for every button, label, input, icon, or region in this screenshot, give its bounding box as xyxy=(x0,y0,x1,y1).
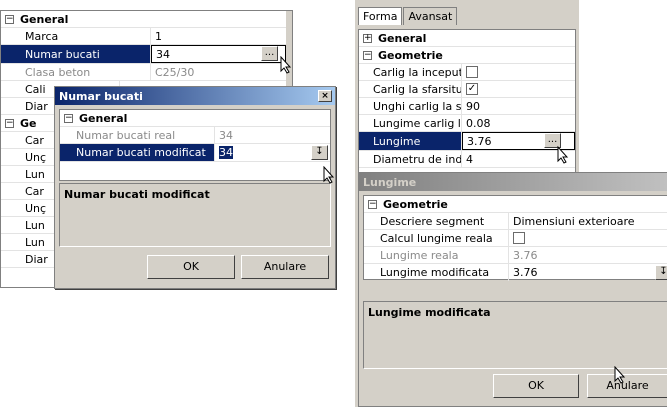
ellipsis-button[interactable]: ... xyxy=(261,46,278,61)
prop-name: Lungime carlig la s xyxy=(359,115,462,131)
numar-bucati-dialog[interactable]: Numar bucati × − General Numar bucati rea… xyxy=(54,86,336,289)
prop-value[interactable]: 1 xyxy=(151,28,286,44)
category-label: Geometrie xyxy=(383,197,448,211)
collapse-icon[interactable]: − xyxy=(5,118,14,128)
prop-name: Lungime xyxy=(359,132,462,150)
collapse-icon[interactable]: − xyxy=(5,14,14,24)
prop-row-lungime-modificata[interactable]: Lungime modificata 3.76 ↧ xyxy=(364,264,667,281)
prop-row-numar-bucati-real[interactable]: Numar bucati real 34 xyxy=(60,127,330,144)
dialog-property-grid[interactable]: − Geometrie Descriere segment Dimensiuni … xyxy=(363,195,667,281)
category-general[interactable]: − General xyxy=(60,110,330,127)
prop-row-lungime[interactable]: Lungime 3.76 ... xyxy=(359,132,575,151)
cancel-button[interactable]: Anulare xyxy=(241,255,329,279)
dialog-title: Lungime xyxy=(363,175,417,189)
description-panel: Lungime modificata xyxy=(363,301,667,369)
prop-name: Calcul lungime reala xyxy=(364,230,509,246)
category-label: Geometrie xyxy=(378,48,443,62)
description-panel: Numar bucati modificat xyxy=(59,183,331,247)
prop-row-numar-bucati[interactable]: Numar bucati 34 ... xyxy=(1,45,286,64)
prop-row-carlig-inceput[interactable]: Carlig la inceputul xyxy=(359,64,575,81)
prop-row-carlig-sfarsit[interactable]: Carlig la sfarsitul b ✓ xyxy=(359,81,575,98)
prop-name: Descriere segment xyxy=(364,213,509,229)
ok-button[interactable]: OK xyxy=(147,255,235,279)
prop-value: 34 xyxy=(219,128,233,142)
prop-name: Numar bucati xyxy=(1,45,151,63)
dialog-property-grid[interactable]: − General Numar bucati real 34 Numar buca… xyxy=(59,109,331,181)
prop-row-lungime-carlig[interactable]: Lungime carlig la s 0.08 xyxy=(359,115,575,132)
prop-row-numar-bucati-modificat[interactable]: Numar bucati modificat 34 ↧ xyxy=(60,144,330,162)
prop-row-clasa-beton[interactable]: Clasa beton C25/30 xyxy=(1,64,286,81)
prop-name: Lungime modificata xyxy=(364,264,509,281)
prop-value[interactable]: Dimensiuni exterioare xyxy=(509,213,667,229)
ok-button[interactable]: OK xyxy=(493,374,579,398)
prop-value[interactable]: 3.76 xyxy=(509,264,667,281)
prop-name: Lungime reala xyxy=(364,247,509,263)
dialog-titlebar[interactable]: Numar bucati × xyxy=(55,87,335,105)
checkbox[interactable] xyxy=(513,232,525,244)
tab-forma[interactable]: Forma xyxy=(358,7,403,25)
mouse-cursor-icon xyxy=(280,56,292,74)
prop-row-lungime-reala[interactable]: Lungime reala 3.76 xyxy=(364,247,667,264)
prop-name: Carlig la inceputul xyxy=(359,64,462,80)
prop-name: Diametru de indoir xyxy=(359,151,462,167)
category-general[interactable]: + General xyxy=(359,30,575,47)
category-geometrie[interactable]: − Geometrie xyxy=(359,47,575,64)
dialog-title: Numar bucati xyxy=(59,89,143,103)
mouse-cursor-icon xyxy=(323,166,335,184)
prop-name: Clasa beton xyxy=(1,64,151,80)
prop-row-calcul[interactable]: Calcul lungime reala xyxy=(364,230,667,247)
tab-strip: Forma Avansat xyxy=(358,7,458,25)
collapse-icon[interactable]: − xyxy=(368,199,377,209)
checkbox-checked[interactable]: ✓ xyxy=(466,83,478,95)
prop-name: Numar bucati modificat xyxy=(60,144,215,161)
category-label: General xyxy=(20,12,69,26)
dialog-titlebar[interactable]: Lungime xyxy=(359,173,667,191)
prop-row-diametru[interactable]: Diametru de indoir 4 xyxy=(359,151,575,168)
collapse-icon[interactable]: − xyxy=(363,50,372,60)
prop-value: C25/30 xyxy=(155,65,195,79)
mouse-cursor-icon xyxy=(557,146,569,164)
prop-value[interactable]: 0.08 xyxy=(462,115,575,131)
prop-name: Numar bucati real xyxy=(60,127,215,143)
selected-text: 34 xyxy=(219,146,233,159)
description-text: Lungime modificata xyxy=(368,306,491,319)
prop-row-descriere[interactable]: Descriere segment Dimensiuni exterioare xyxy=(364,213,667,230)
dropdown-button[interactable]: ↧ xyxy=(655,265,667,280)
category-label: General xyxy=(378,31,427,45)
description-text: Numar bucati modificat xyxy=(64,188,210,201)
tab-avansat[interactable]: Avansat xyxy=(403,7,458,25)
close-button[interactable]: × xyxy=(318,90,332,102)
prop-value: 3.76 xyxy=(513,248,538,262)
expand-icon[interactable]: + xyxy=(363,33,372,43)
collapse-icon[interactable]: − xyxy=(64,113,73,123)
prop-name: Carlig la sfarsitul b xyxy=(359,81,462,97)
category-label: General xyxy=(79,111,128,125)
prop-value[interactable]: 90 xyxy=(462,98,575,114)
prop-row-unghi[interactable]: Unghi carlig la sfa 90 xyxy=(359,98,575,115)
prop-name: Unghi carlig la sfa xyxy=(359,98,462,114)
mouse-cursor-icon xyxy=(614,366,626,384)
prop-row-marca[interactable]: Marca 1 xyxy=(1,28,286,45)
category-label: Ge xyxy=(20,116,37,130)
prop-name: Marca xyxy=(1,28,151,44)
checkbox[interactable] xyxy=(466,66,478,78)
dropdown-button[interactable]: ↧ xyxy=(311,145,328,160)
right-property-grid[interactable]: +General −Geometrie Carlig la inceputul … xyxy=(358,29,576,179)
category-general[interactable]: − General xyxy=(1,11,286,28)
category-geometrie[interactable]: − Geometrie xyxy=(364,196,667,213)
cancel-button[interactable]: Anulare xyxy=(587,374,667,398)
